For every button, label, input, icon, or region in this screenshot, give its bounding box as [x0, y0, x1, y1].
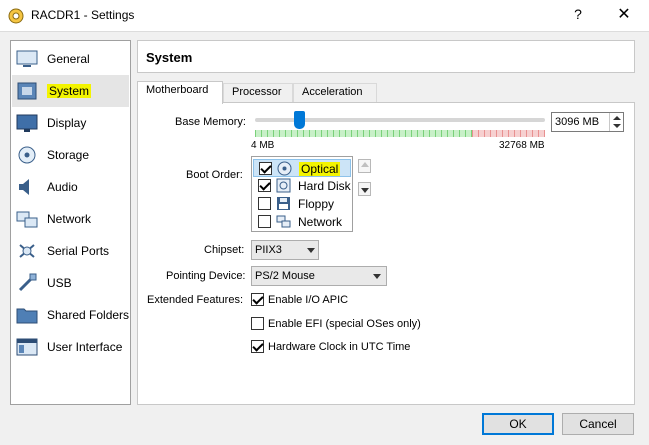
move-up-button[interactable]	[358, 159, 371, 173]
system-icon	[17, 82, 37, 100]
pointing-device-label: Pointing Device:	[166, 270, 246, 282]
motherboard-panel: Base Memory: 4 MB 32768 MB 3096 MB Boot …	[137, 102, 635, 405]
tab-motherboard[interactable]: Motherboard	[137, 81, 223, 104]
chipset-label: Chipset:	[204, 244, 245, 256]
base-memory-spinbox[interactable]: 3096 MB	[551, 112, 624, 132]
shared-folders-icon	[16, 308, 38, 324]
boot-item-optical[interactable]: Optical	[253, 159, 351, 177]
title-bar: RACDR1 - Settings ? ✕	[0, 0, 649, 32]
enable-efi-label[interactable]: Enable EFI (special OSes only)	[268, 318, 421, 330]
boot-item-floppy[interactable]: Floppy	[253, 195, 351, 213]
tab-processor[interactable]: Processor	[223, 83, 293, 103]
display-icon	[16, 114, 38, 132]
boot-item-label: Hard Disk	[298, 179, 351, 193]
network-icon	[16, 211, 38, 228]
chipset-value: PIIX3	[255, 244, 282, 256]
boot-hard-disk-checkbox[interactable]	[258, 179, 271, 192]
enable-efi-checkbox[interactable]	[251, 317, 264, 330]
boot-item-label: Network	[298, 215, 343, 229]
page-title: System	[146, 50, 193, 65]
chevron-down-icon	[307, 248, 315, 253]
excessive-range	[472, 130, 545, 137]
general-icon	[16, 50, 38, 67]
base-memory-label: Base Memory:	[175, 116, 246, 128]
hardware-clock-utc-label[interactable]: Hardware Clock in UTC Time	[268, 341, 410, 353]
sidebar-item-general[interactable]: General	[12, 43, 129, 75]
network-boot-icon	[276, 215, 291, 228]
sidebar-item-shared-folders[interactable]: Shared Folders	[12, 299, 129, 331]
pointing-device-select[interactable]: PS/2 Mouse	[251, 266, 387, 286]
tab-acceleration[interactable]: Acceleration	[293, 83, 377, 103]
memory-scale	[255, 130, 545, 137]
audio-icon	[19, 179, 29, 195]
cancel-button[interactable]: Cancel	[562, 413, 634, 435]
move-down-button[interactable]	[358, 182, 371, 196]
boot-floppy-checkbox[interactable]	[258, 197, 271, 210]
sidebar-item-label: Shared Folders	[47, 308, 130, 322]
sidebar-item-storage[interactable]: Storage	[12, 139, 129, 171]
optical-disc-icon	[277, 161, 292, 176]
window-title: RACDR1 - Settings	[31, 8, 135, 22]
boot-order-label: Boot Order:	[186, 169, 243, 181]
help-button[interactable]: ?	[563, 6, 593, 22]
sidebar-item-user-interface[interactable]: User Interface	[12, 331, 129, 363]
enable-io-apic-checkbox[interactable]	[251, 293, 264, 306]
boot-item-hard-disk[interactable]: Hard Disk	[253, 177, 351, 195]
sidebar-item-label: Storage	[47, 148, 90, 162]
storage-icon	[18, 146, 36, 164]
sidebar-item-network[interactable]: Network	[12, 203, 129, 235]
chevron-down-icon	[373, 274, 381, 279]
boot-item-label: Floppy	[298, 197, 335, 211]
boot-network-checkbox[interactable]	[258, 215, 271, 228]
sidebar-item-label: Audio	[47, 180, 78, 194]
boot-item-label: Optical	[299, 162, 341, 176]
arrow-up-icon	[361, 162, 369, 167]
sidebar-item-display[interactable]: Display	[12, 107, 129, 139]
sidebar-item-system[interactable]: System	[12, 75, 129, 107]
user-interface-icon	[16, 338, 38, 356]
chipset-select[interactable]: PIIX3	[251, 240, 319, 260]
ok-button[interactable]: OK	[482, 413, 554, 435]
page-header: System	[137, 40, 635, 73]
sidebar-item-serial-ports[interactable]: Serial Ports	[12, 235, 129, 267]
arrow-down-icon	[361, 188, 369, 193]
close-button[interactable]: ✕	[609, 4, 639, 24]
serial-ports-icon	[19, 244, 35, 258]
hardware-clock-utc-checkbox[interactable]	[251, 340, 264, 353]
sidebar-item-label: System	[47, 84, 92, 98]
enable-io-apic-label[interactable]: Enable I/O APIC	[268, 294, 348, 306]
extended-features-label: Extended Features:	[147, 294, 244, 306]
base-memory-value: 3096 MB	[555, 116, 600, 128]
boot-optical-checkbox[interactable]	[259, 162, 272, 175]
sidebar-item-label: Network	[47, 212, 92, 226]
hard-disk-icon	[276, 178, 291, 193]
sidebar-item-audio[interactable]: Audio	[12, 171, 129, 203]
memory-min-label: 4 MB	[251, 140, 275, 151]
sidebar-item-label: Display	[47, 116, 87, 130]
virtualbox-app-icon	[8, 8, 24, 24]
boot-order-list: Optical Hard Disk Floppy Network	[251, 156, 353, 232]
base-memory-slider-handle[interactable]	[294, 111, 305, 129]
floppy-icon	[277, 197, 290, 210]
pointing-device-value: PS/2 Mouse	[255, 270, 315, 282]
sidebar-item-label: USB	[47, 276, 72, 290]
sidebar-item-usb[interactable]: USB	[12, 267, 129, 299]
spinbox-buttons	[609, 113, 623, 131]
sidebar-item-label: User Interface	[47, 340, 123, 354]
boot-item-network[interactable]: Network	[253, 213, 351, 231]
recommended-range	[255, 130, 472, 137]
sidebar-item-label: Serial Ports	[47, 244, 110, 258]
usb-icon	[18, 273, 37, 292]
settings-sidebar: General System Display Storage Audio Net…	[10, 40, 131, 405]
memory-max-label: 32768 MB	[499, 140, 545, 151]
spin-down-arrow-icon[interactable]	[613, 124, 621, 128]
sidebar-item-label: General	[47, 52, 90, 66]
spin-up-arrow-icon[interactable]	[613, 116, 621, 120]
